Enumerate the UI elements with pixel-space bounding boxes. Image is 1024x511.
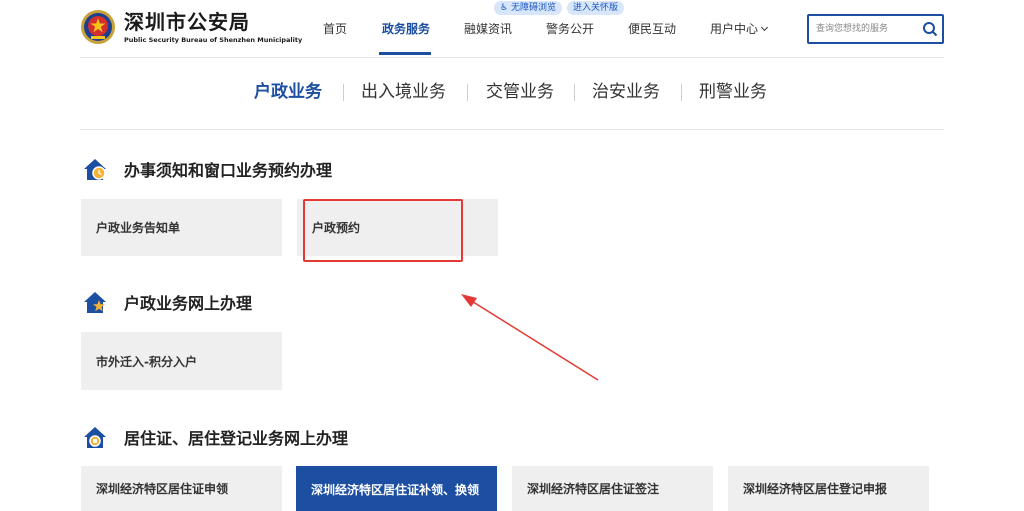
tab-separator [467,84,468,101]
nav-public-interaction[interactable]: 便民互动 [628,20,676,37]
card-residence-apply[interactable]: 深圳经济特区居住证申领 [81,466,282,511]
section-heading: 户政业务网上办理 [124,294,253,313]
business-tabs: 户政业务 出入境业务 交管业务 治安业务 刑警业务 [0,78,1024,108]
section-title-online: 户政业务网上办理 [82,289,252,315]
tab-separator [343,84,344,101]
card-residence-replace[interactable]: 深圳经济特区居住证补领、换领 [296,466,497,511]
site-name-cn: 深圳市公安局 [124,9,250,34]
section-title-residence: 居住证、居住登记业务网上办理 [82,424,348,450]
tab-household[interactable]: 户政业务 [254,78,322,106]
accessibility-links: ♿ 无障碍浏览 进入关怀版 [494,1,624,15]
tab-criminal[interactable]: 刑警业务 [699,78,767,106]
site-header: 深圳市公安局 Public Security Bureau of Shenzhe… [0,0,1024,57]
house-clock-icon [84,159,106,180]
card-points-settlement[interactable]: 市外迁入-积分入户 [81,332,282,390]
accessible-browse-button[interactable]: ♿ 无障碍浏览 [494,1,562,15]
nav-police-affairs[interactable]: 警务公开 [546,20,594,37]
active-nav-indicator [379,52,431,55]
section-heading: 办事须知和窗口业务预约办理 [124,161,333,180]
header-divider [80,57,944,58]
house-badge-icon [84,427,106,448]
section-heading: 居住证、居住登记业务网上办理 [124,429,349,448]
card-residence-endorse[interactable]: 深圳经济特区居住证签注 [512,466,713,511]
search-input[interactable] [809,16,917,42]
tab-traffic[interactable]: 交管业务 [486,78,554,106]
care-mode-button[interactable]: 进入关怀版 [566,1,624,15]
search-box [807,14,944,44]
section-title-appointment: 办事须知和窗口业务预约办理 [82,156,332,182]
tabs-divider [80,129,944,130]
card-household-notice[interactable]: 户政业务告知单 [81,199,282,256]
site-name-en: Public Security Bureau of Shenzhen Munic… [124,35,303,44]
site-logo[interactable]: 深圳市公安局 Public Security Bureau of Shenzhe… [80,9,302,45]
tab-separator [681,84,682,101]
tab-separator [574,84,575,101]
nav-home[interactable]: 首页 [323,20,347,37]
police-emblem-icon [81,10,115,44]
annotation-highlight-box [303,199,463,262]
house-star-icon [84,292,106,313]
tab-exit-entry[interactable]: 出入境业务 [361,78,446,106]
nav-media-news[interactable]: 融媒资讯 [464,20,512,37]
chevron-down-icon [760,23,769,32]
card-residence-register[interactable]: 深圳经济特区居住登记申报 [728,466,929,511]
search-icon[interactable] [922,21,938,37]
nav-user-center[interactable]: 用户中心 [710,20,769,37]
tab-public-security[interactable]: 治安业务 [592,78,660,106]
nav-government-services[interactable]: 政务服务 [382,20,430,37]
